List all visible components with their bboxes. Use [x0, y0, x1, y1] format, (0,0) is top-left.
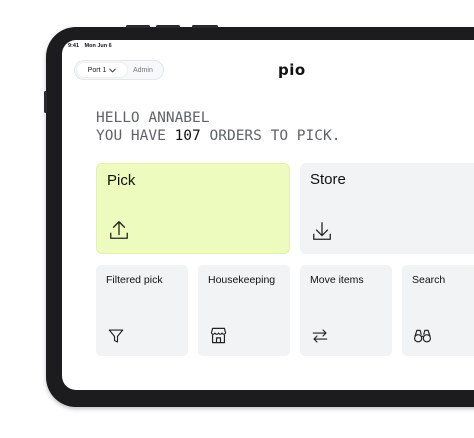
search-card[interactable]: Search — [402, 265, 474, 356]
housekeeping-label: Housekeeping — [208, 274, 276, 286]
filter-icon — [108, 329, 124, 343]
port-label: Port 1 — [87, 66, 107, 74]
binoculars-icon — [413, 329, 432, 343]
greeting-prefix: YOU HAVE — [96, 128, 175, 144]
upload-icon — [110, 221, 128, 239]
status-bar: 9:41 Mon Jun 6 — [68, 43, 116, 49]
port-selector[interactable]: Port 1 — [77, 63, 127, 77]
housekeeping-card[interactable]: Housekeeping — [198, 265, 290, 356]
pick-card[interactable]: Pick — [96, 163, 290, 254]
device-button — [126, 25, 150, 28]
pick-card-label: Pick — [107, 172, 136, 189]
greeting: HELLO ANNABEL YOU HAVE 107 ORDERS TO PIC… — [96, 109, 340, 145]
chevron-down-icon — [109, 68, 117, 72]
download-icon — [313, 222, 331, 240]
status-time: 9:41 — [68, 43, 80, 49]
greeting-line-2: YOU HAVE 107 ORDERS TO PICK. — [96, 127, 340, 145]
store-card-label: Store — [310, 171, 346, 188]
move-items-card[interactable]: Move items — [300, 265, 392, 356]
order-count: 107 — [174, 128, 201, 144]
search-label: Search — [412, 274, 446, 286]
status-date: Mon Jun 6 — [84, 43, 112, 49]
storefront-icon — [210, 327, 227, 344]
app-screen: 9:41 Mon Jun 6 Port 1 Admin pio HELLO AN… — [62, 40, 474, 390]
device-button — [156, 25, 180, 28]
store-card[interactable]: Store — [300, 163, 474, 254]
device-button — [192, 25, 218, 28]
port-admin-switcher: Port 1 Admin — [74, 60, 164, 80]
swap-arrows-icon — [312, 329, 328, 343]
move-items-label: Move items — [310, 274, 364, 286]
greeting-suffix: ORDERS TO PICK. — [200, 128, 341, 144]
greeting-line-1: HELLO ANNABEL — [96, 110, 210, 126]
filtered-pick-card[interactable]: Filtered pick — [96, 265, 188, 356]
stage: 9:41 Mon Jun 6 Port 1 Admin pio HELLO AN… — [0, 0, 474, 438]
filtered-pick-label: Filtered pick — [106, 274, 163, 286]
device-button — [44, 91, 47, 113]
admin-tab[interactable]: Admin — [133, 63, 153, 77]
pio-logo: pio — [278, 61, 306, 79]
